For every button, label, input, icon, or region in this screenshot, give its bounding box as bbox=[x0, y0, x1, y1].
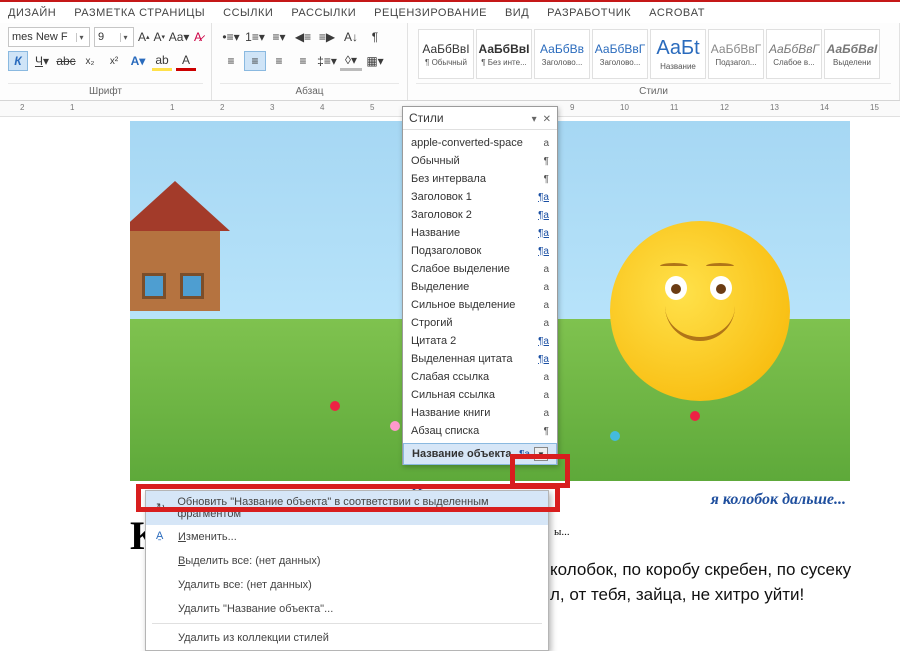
style-item[interactable]: Абзац списка¶ bbox=[403, 422, 557, 440]
decrease-indent-icon[interactable]: ◀≡ bbox=[292, 27, 314, 47]
style-item[interactable]: Выделениеa bbox=[403, 278, 557, 296]
style-heading2[interactable]: АаБбВвГЗаголово... bbox=[592, 29, 648, 79]
style-item[interactable]: Слабое выделениеa bbox=[403, 260, 557, 278]
styles-pane-title: Стили bbox=[409, 111, 444, 125]
style-item[interactable]: apple-converted-spacea bbox=[403, 134, 557, 152]
tab-design[interactable]: ДИЗАЙН bbox=[8, 7, 56, 19]
increase-indent-icon[interactable]: ≡▶ bbox=[316, 27, 338, 47]
paragraph-group-label: Абзац bbox=[220, 83, 399, 100]
tab-mailings[interactable]: РАССЫЛКИ bbox=[291, 7, 356, 19]
text-effects-icon[interactable]: A▾ bbox=[128, 51, 148, 71]
multilevel-list-icon[interactable]: ≡▾ bbox=[268, 27, 290, 47]
change-case-icon[interactable]: Aa▾ bbox=[169, 27, 189, 47]
tab-acrobat[interactable]: ACROBAT bbox=[649, 7, 705, 19]
style-item[interactable]: Цитата 2¶a bbox=[403, 332, 557, 350]
clear-formatting-icon[interactable]: A̷ bbox=[193, 27, 203, 47]
menu-remove-from-gallery[interactable]: Удалить из коллекции стилей bbox=[146, 626, 548, 650]
grow-font-icon[interactable]: A▴ bbox=[138, 27, 150, 47]
styles-group-label: Стили bbox=[416, 83, 891, 100]
refresh-icon: ↻ bbox=[156, 501, 169, 515]
shading-icon[interactable]: ◊▾ bbox=[340, 51, 362, 71]
font-color-icon[interactable]: A bbox=[176, 51, 196, 71]
align-left-icon[interactable]: ≡ bbox=[220, 51, 242, 71]
menu-modify-style[interactable]: A̱ИИзменить...зменить... bbox=[146, 525, 548, 549]
style-item[interactable]: Название книгиa bbox=[403, 404, 557, 422]
font-size-select[interactable]: 9▾ bbox=[94, 27, 134, 47]
borders-icon[interactable]: ▦▾ bbox=[364, 51, 386, 71]
style-item-dropdown-icon[interactable]: ▼ bbox=[534, 447, 548, 461]
underline-button[interactable]: Ч▾ bbox=[32, 51, 52, 71]
menu-select-all[interactable]: Выделить все: (нет данных) bbox=[146, 549, 548, 573]
style-item[interactable]: Без интервала¶ bbox=[403, 170, 557, 188]
styles-gallery[interactable]: АаБбВвІ¶ Обычный АаБбВвІ¶ Без инте... Аа… bbox=[416, 27, 891, 81]
ribbon-tabs: ДИЗАЙН РАЗМЕТКА СТРАНИЦЫ ССЫЛКИ РАССЫЛКИ… bbox=[0, 2, 900, 23]
tab-page-layout[interactable]: РАЗМЕТКА СТРАНИЦЫ bbox=[74, 7, 205, 19]
highlight-icon[interactable]: ab bbox=[152, 51, 172, 71]
ribbon: mes New F▾ 9▾ A▴ A▾ Aa▾ A̷ К Ч▾ abc x₂ x… bbox=[0, 23, 900, 101]
italic-button[interactable]: К bbox=[8, 51, 28, 71]
menu-delete-style[interactable]: Удалить "Название объекта"... bbox=[146, 597, 548, 621]
close-icon[interactable]: ✕ bbox=[543, 114, 551, 125]
task-pane-options-icon[interactable]: ▾ bbox=[532, 114, 537, 125]
paragraph-group: •≡▾ 1≡▾ ≡▾ ◀≡ ≡▶ A↓ ¶ ≡ ≡ ≡ ≡ ‡≡▾ ◊▾ ▦▾ … bbox=[212, 23, 408, 100]
style-heading1[interactable]: АаБбВвЗаголово... bbox=[534, 29, 590, 79]
font-group: mes New F▾ 9▾ A▴ A▾ Aa▾ A̷ К Ч▾ abc x₂ x… bbox=[0, 23, 212, 100]
shrink-font-icon[interactable]: A▾ bbox=[154, 27, 166, 47]
tab-view[interactable]: ВИД bbox=[505, 7, 529, 19]
style-context-menu: ↻Обновить "Название объекта" в соответст… bbox=[145, 490, 549, 651]
styles-task-pane[interactable]: Стили ▾ ✕ apple-converted-spaceaОбычный¶Б… bbox=[402, 106, 558, 465]
styles-group: АаБбВвІ¶ Обычный АаБбВвІ¶ Без инте... Аа… bbox=[408, 23, 900, 100]
style-item[interactable]: Слабая ссылкаa bbox=[403, 368, 557, 386]
style-item[interactable]: Выделенная цитата¶a bbox=[403, 350, 557, 368]
style-normal[interactable]: АаБбВвІ¶ Обычный bbox=[418, 29, 474, 79]
style-item[interactable]: Сильная ссылкаa bbox=[403, 386, 557, 404]
tab-review[interactable]: РЕЦЕНЗИРОВАНИЕ bbox=[374, 7, 487, 19]
style-item[interactable]: Подзаголовок¶a bbox=[403, 242, 557, 260]
show-marks-icon[interactable]: ¶ bbox=[364, 27, 386, 47]
justify-icon[interactable]: ≡ bbox=[292, 51, 314, 71]
style-item[interactable]: Заголовок 2¶a bbox=[403, 206, 557, 224]
bullets-icon[interactable]: •≡▾ bbox=[220, 27, 242, 47]
menu-delete-all[interactable]: Удалить все: (нет данных) bbox=[146, 573, 548, 597]
style-item[interactable]: Обычный¶ bbox=[403, 152, 557, 170]
style-title[interactable]: АаБtНазвание bbox=[650, 29, 706, 79]
style-item[interactable]: Название¶a bbox=[403, 224, 557, 242]
style-item[interactable]: Строгийa bbox=[403, 314, 557, 332]
style-no-spacing[interactable]: АаБбВвІ¶ Без инте... bbox=[476, 29, 532, 79]
strikethrough-button[interactable]: abc bbox=[56, 51, 76, 71]
menu-update-style[interactable]: ↻Обновить "Название объекта" в соответст… bbox=[146, 491, 548, 525]
style-subtitle[interactable]: АаБбВвГПодзагол... bbox=[708, 29, 764, 79]
edit-icon: A̱ bbox=[156, 530, 170, 544]
tab-developer[interactable]: РАЗРАБОТЧИК bbox=[547, 7, 631, 19]
align-right-icon[interactable]: ≡ bbox=[268, 51, 290, 71]
style-item[interactable]: Сильное выделениеa bbox=[403, 296, 557, 314]
font-group-label: Шрифт bbox=[8, 83, 203, 100]
align-center-icon[interactable]: ≡ bbox=[244, 51, 266, 71]
style-item-selected[interactable]: Название объекта ¶a▼ bbox=[403, 443, 557, 465]
sort-icon[interactable]: A↓ bbox=[340, 27, 362, 47]
style-subtle-emph[interactable]: АаБбВвГСлабое в... bbox=[766, 29, 822, 79]
subscript-button[interactable]: x₂ bbox=[80, 51, 100, 71]
doc-text-fragment: ы... bbox=[554, 526, 570, 538]
line-spacing-icon[interactable]: ‡≡▾ bbox=[316, 51, 338, 71]
font-name-select[interactable]: mes New F▾ bbox=[8, 27, 90, 47]
superscript-button[interactable]: x² bbox=[104, 51, 124, 71]
style-emphasis[interactable]: АаБбВвІВыделени bbox=[824, 29, 880, 79]
style-item[interactable]: Заголовок 1¶a bbox=[403, 188, 557, 206]
tab-references[interactable]: ССЫЛКИ bbox=[223, 7, 273, 19]
numbering-icon[interactable]: 1≡▾ bbox=[244, 27, 266, 47]
image-caption-right: я колобок дальше... bbox=[711, 491, 846, 509]
